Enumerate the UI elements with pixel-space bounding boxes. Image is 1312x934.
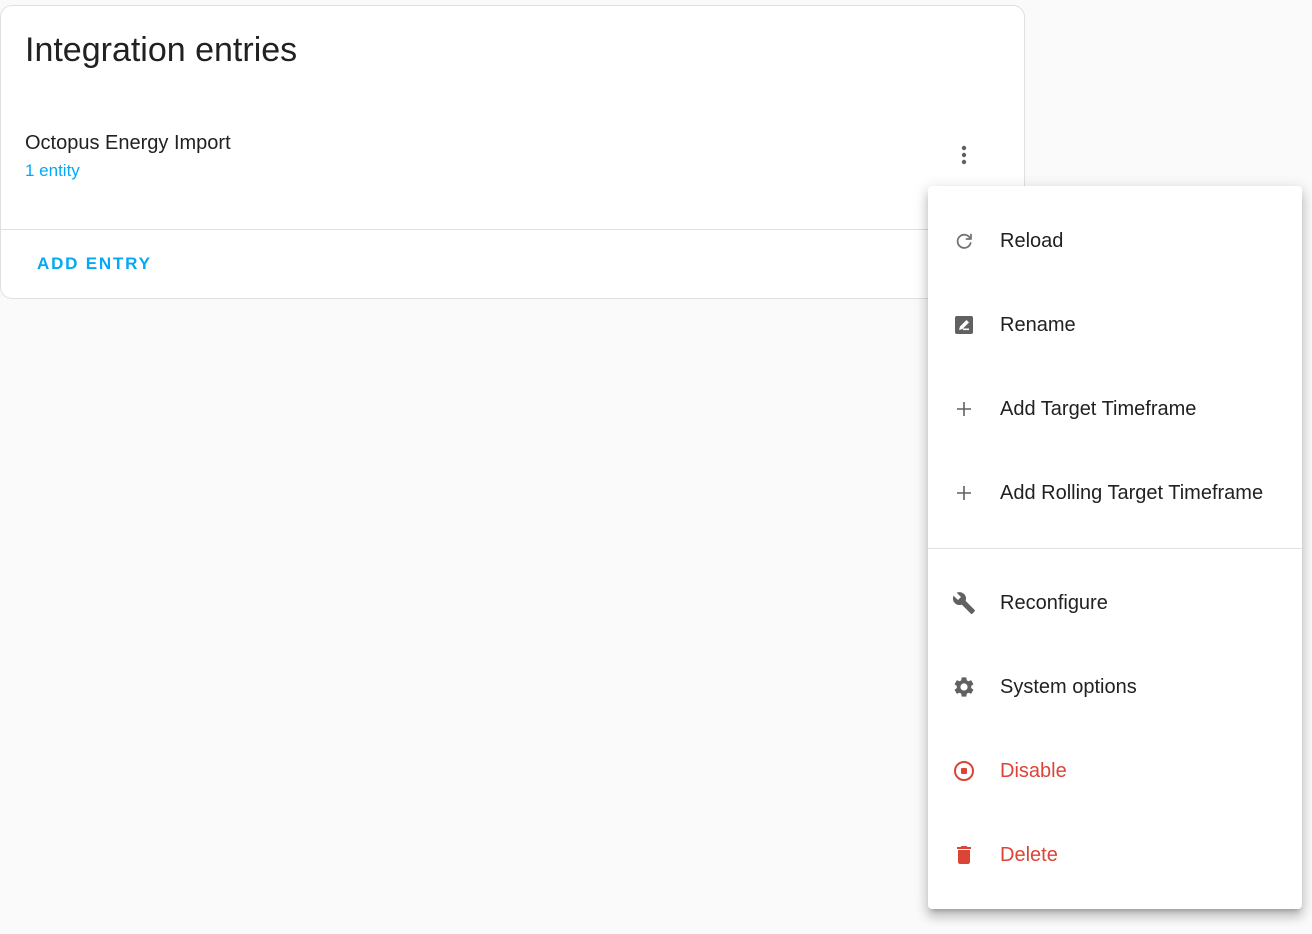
card-actions-divider <box>1 229 1024 230</box>
stop-circle-icon <box>952 759 976 783</box>
menu-item-delete[interactable]: Delete <box>928 813 1302 897</box>
entry-name: Octopus Energy Import <box>25 132 231 154</box>
menu-item-add-rolling-target-timeframe[interactable]: Add Rolling Target Timeframe <box>928 451 1302 535</box>
menu-item-label: Add Target Timeframe <box>1000 398 1197 420</box>
menu-item-label: Reconfigure <box>1000 592 1108 614</box>
menu-item-label: Disable <box>1000 760 1067 782</box>
menu-item-label: Delete <box>1000 844 1058 866</box>
card-title: Integration entries <box>25 31 298 69</box>
menu-item-label: Rename <box>1000 314 1076 336</box>
menu-item-label: Add Rolling Target Timeframe <box>1000 482 1264 504</box>
reload-icon <box>952 229 976 253</box>
wrench-icon <box>952 591 976 615</box>
overflow-menu: Reload Rename Add Target Timeframe Add R… <box>928 186 1302 909</box>
entities-link[interactable]: 1 entity <box>25 160 80 182</box>
plus-icon <box>952 481 976 505</box>
menu-item-rename[interactable]: Rename <box>928 283 1302 367</box>
menu-item-reload[interactable]: Reload <box>928 199 1302 283</box>
menu-item-system-options[interactable]: System options <box>928 645 1302 729</box>
integration-entries-card: Integration entries Octopus Energy Impor… <box>0 5 1025 299</box>
overflow-menu-button[interactable] <box>940 131 988 179</box>
menu-item-reconfigure[interactable]: Reconfigure <box>928 561 1302 645</box>
menu-item-disable[interactable]: Disable <box>928 729 1302 813</box>
add-entry-button[interactable]: ADD ENTRY <box>21 246 168 282</box>
plus-icon <box>952 397 976 421</box>
rename-icon <box>952 313 976 337</box>
trash-icon <box>952 843 976 867</box>
more-vertical-icon <box>961 145 967 165</box>
integration-entry: Octopus Energy Import 1 entity <box>1 111 1024 228</box>
menu-item-add-target-timeframe[interactable]: Add Target Timeframe <box>928 367 1302 451</box>
menu-item-label: Reload <box>1000 230 1064 252</box>
menu-item-label: System options <box>1000 676 1137 698</box>
gear-icon <box>952 675 976 699</box>
menu-divider <box>928 548 1302 549</box>
